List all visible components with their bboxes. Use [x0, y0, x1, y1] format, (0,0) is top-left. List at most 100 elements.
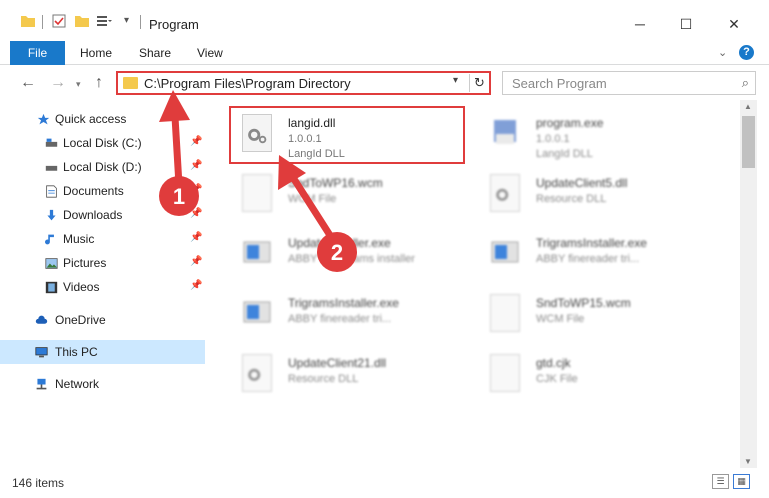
file-name: SndToWP15.wcm — [536, 296, 631, 310]
file-name: program.exe — [536, 116, 604, 130]
file-description: ABBY finereader tri... — [288, 313, 392, 325]
installer-icon — [243, 241, 271, 263]
help-icon[interactable]: ? — [739, 45, 754, 60]
sidebar-item-music[interactable]: Music 📌 — [0, 227, 205, 251]
pin-icon[interactable]: 📌 — [190, 256, 202, 267]
sidebar-item-downloads[interactable]: Downloads 📌 — [0, 203, 205, 227]
file-description: LangId DLL — [536, 148, 593, 160]
sidebar-item-documents[interactable]: Documents 📌 — [0, 179, 205, 203]
videos-icon — [45, 281, 58, 294]
search-box[interactable]: Search Program ⌕ — [502, 71, 756, 95]
title-bar: ▾ Program ─ ☐ ✕ — [0, 0, 769, 38]
pin-icon[interactable]: 📌 — [190, 208, 202, 219]
scroll-thumb[interactable] — [742, 116, 755, 168]
dll-file-icon — [242, 354, 272, 392]
file-type: CJK File — [536, 373, 578, 385]
file-version: 1.0.0.1 — [536, 133, 570, 145]
file-name: UpdateInstaller.exe — [288, 236, 391, 250]
pin-icon[interactable]: 📌 — [190, 160, 202, 171]
pin-icon[interactable]: 📌 — [190, 184, 202, 195]
highlight-box — [229, 106, 465, 164]
expand-ribbon-icon[interactable]: ⌄ — [718, 46, 727, 59]
search-placeholder[interactable]: Search Program — [512, 76, 607, 91]
properties-icon[interactable] — [51, 13, 67, 29]
pin-icon[interactable]: 📌 — [190, 232, 202, 243]
close-button[interactable]: ✕ — [711, 9, 757, 39]
maximize-button[interactable]: ☐ — [663, 9, 709, 39]
file-name: TrigramsInstaller.exe — [288, 296, 399, 310]
sidebar-item-label: Local Disk (C:) — [63, 136, 142, 150]
sidebar-item-quick-access[interactable]: Quick access — [0, 107, 205, 131]
vertical-scrollbar[interactable]: ▲ ▼ — [740, 100, 757, 468]
sidebar-item-label: Music — [63, 232, 95, 246]
scroll-up-icon[interactable]: ▲ — [744, 102, 752, 111]
up-icon[interactable]: ↑ — [95, 74, 103, 92]
address-bar[interactable]: C:\Program Files\Program Directory ▾ ↻ — [116, 71, 491, 95]
sidebar-item-label: Local Disk (D:) — [63, 160, 142, 174]
download-icon — [47, 209, 56, 221]
file-type: Resource DLL — [288, 373, 359, 385]
file-item-sndtowp16[interactable]: SndToWP16.wcm WCM File — [232, 166, 472, 224]
details-view-icon[interactable]: ☰ — [712, 474, 729, 489]
file-name: gtd.cjk — [536, 356, 571, 370]
file-item-updateclient21[interactable]: UpdateClient21.dll Resource DLL — [232, 346, 472, 404]
new-folder-icon[interactable] — [74, 13, 90, 29]
sidebar-item-network[interactable]: Network — [0, 372, 205, 396]
customize-toolbar-icon[interactable] — [96, 13, 112, 29]
file-item-updateinstaller[interactable]: UpdateInstaller.exe ABBYY programs insta… — [232, 226, 472, 284]
sidebar-item-local-disk-c[interactable]: Local Disk (C:) 📌 — [0, 131, 205, 155]
quick-access-dropdown-icon[interactable]: ▾ — [124, 15, 140, 31]
file-name: UpdateClient21.dll — [288, 356, 387, 370]
sidebar-item-onedrive[interactable]: OneDrive — [0, 308, 205, 332]
file-item-sndtowp15[interactable]: SndToWP15.wcm WCM File — [480, 286, 720, 344]
file-name: SndToWP16.wcm — [288, 176, 383, 190]
generic-file-icon — [490, 354, 520, 392]
sidebar-item-videos[interactable]: Videos 📌 — [0, 275, 205, 299]
sidebar-item-local-disk-d[interactable]: Local Disk (D:) 📌 — [0, 155, 205, 179]
pin-icon[interactable]: 📌 — [190, 136, 202, 147]
folder-icon[interactable] — [20, 13, 36, 29]
folder-icon — [123, 77, 138, 89]
sidebar-item-this-pc[interactable]: This PC — [0, 340, 205, 364]
file-item-updateclient5[interactable]: UpdateClient5.dll Resource DLL — [480, 166, 720, 224]
search-icon[interactable]: ⌕ — [742, 75, 749, 91]
star-icon — [37, 113, 50, 125]
dll-file-icon — [490, 174, 520, 212]
pin-icon[interactable]: 📌 — [190, 280, 202, 291]
navigation-pane: Quick access Local Disk (C:) 📌 Local Dis… — [0, 106, 210, 468]
tab-share[interactable]: Share — [139, 46, 171, 60]
file-item-program-exe[interactable]: program.exe 1.0.0.1 LangId DLL — [480, 106, 720, 164]
minimize-button[interactable]: ─ — [617, 9, 663, 39]
sidebar-item-label: Network — [55, 377, 100, 391]
file-name: UpdateClient5.dll — [536, 176, 628, 190]
sidebar-item-label: Quick access — [55, 112, 127, 126]
recent-locations-icon[interactable]: ▾ — [76, 79, 81, 90]
generic-file-icon — [242, 174, 272, 212]
title-separator — [42, 15, 43, 29]
window-title: Program — [149, 17, 199, 32]
exe-file-icon — [494, 120, 516, 144]
status-bar: 146 items ☰ ▦ — [0, 468, 769, 498]
file-item-trigramsinstaller-b[interactable]: TrigramsInstaller.exe ABBY finereader tr… — [232, 286, 472, 344]
file-type: Resource DLL — [536, 193, 607, 205]
forward-icon[interactable]: → — [50, 74, 66, 92]
sidebar-item-label: Videos — [63, 280, 100, 294]
address-dropdown-icon[interactable]: ▾ — [453, 75, 458, 86]
tab-home[interactable]: Home — [80, 46, 112, 60]
back-icon[interactable]: ← — [20, 74, 36, 92]
tab-file[interactable]: File — [10, 41, 65, 65]
refresh-icon[interactable]: ↻ — [469, 74, 489, 92]
generic-file-icon — [490, 294, 520, 332]
cloud-icon — [35, 315, 48, 324]
tab-view[interactable]: View — [197, 46, 223, 60]
sidebar-item-label: Documents — [63, 184, 124, 198]
sidebar-item-label: OneDrive — [55, 313, 106, 327]
file-item-gtd-cjk[interactable]: gtd.cjk CJK File — [480, 346, 720, 404]
file-item-trigramsinstaller-a[interactable]: TrigramsInstaller.exe ABBY finereader tr… — [480, 226, 720, 284]
sidebar-item-label: This PC — [55, 345, 98, 359]
large-icons-view-icon[interactable]: ▦ — [733, 474, 750, 489]
sidebar-item-label: Downloads — [63, 208, 123, 222]
sidebar-item-pictures[interactable]: Pictures 📌 — [0, 251, 205, 275]
address-path[interactable]: C:\Program Files\Program Directory — [144, 76, 351, 91]
scroll-down-icon[interactable]: ▼ — [744, 457, 752, 466]
